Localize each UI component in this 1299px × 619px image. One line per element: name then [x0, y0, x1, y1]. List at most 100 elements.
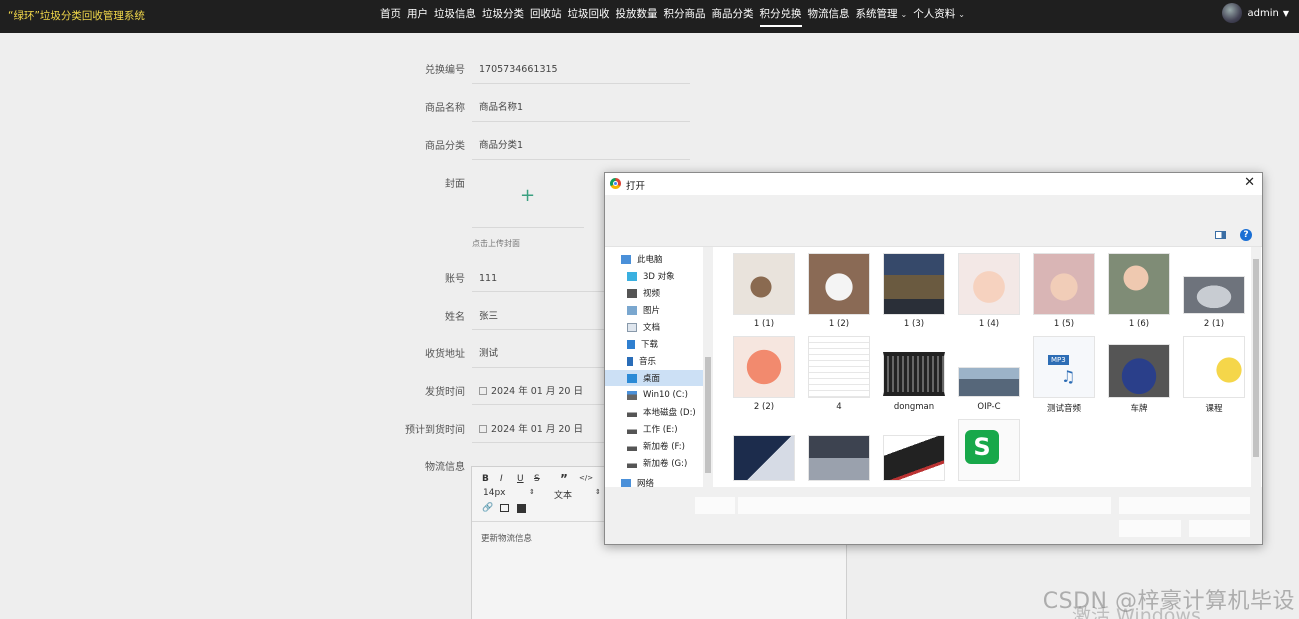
italic-button[interactable]: I [500, 474, 503, 484]
file-item[interactable]: 1 (6) [1104, 249, 1174, 331]
nav-item-garbage-category[interactable]: 垃圾分类 [482, 0, 524, 33]
underline-button[interactable]: U [517, 474, 524, 484]
drive-icon [627, 441, 637, 451]
dialog-title: 打开 [626, 181, 646, 192]
navigation-scrollbar[interactable] [703, 247, 713, 487]
divider [472, 121, 690, 122]
name-field[interactable]: 张三 [479, 310, 498, 324]
file-item[interactable]: OIP-C [954, 332, 1024, 414]
tree-item-desktop[interactable]: 桌面 [605, 370, 703, 386]
main-nav: 首页 用户 垃圾信息 垃圾分类 回收站 垃圾回收 投放数量 积分商品 商品分类 … [380, 0, 971, 33]
account-field[interactable]: 111 [479, 272, 497, 286]
file-item[interactable] [879, 415, 949, 487]
file-item[interactable]: 4 [804, 332, 874, 414]
file-thumbnail [958, 367, 1020, 397]
tree-item-drive-c[interactable]: Win10 (C:) [627, 387, 688, 403]
file-thumbnail [1183, 276, 1245, 314]
exchange-no-field[interactable]: 1705734661315 [479, 63, 558, 77]
user-menu[interactable]: admin ▼ [1221, 3, 1289, 23]
file-name: 1 (5) [1053, 319, 1075, 329]
ship-time-field[interactable]: 2024 年 01 月 20 日 [479, 385, 583, 399]
dialog-titlebar: 打开 ✕ [605, 173, 1262, 195]
tree-item-downloads[interactable]: 下载 [627, 336, 658, 352]
block-type-select[interactable]: 文本 [554, 488, 572, 501]
tree-item-drive-d[interactable]: 本地磁盘 (D:) [627, 404, 696, 420]
image-icon[interactable] [500, 504, 509, 512]
nav-item-drop-count[interactable]: 投放数量 [616, 0, 658, 33]
nav-item-product-category[interactable]: 商品分类 [712, 0, 754, 33]
file-item[interactable]: MP3 ♫ 测试音频 [1029, 332, 1099, 414]
tree-item-drive-f[interactable]: 新加卷 (F:) [627, 438, 685, 454]
nav-item-points-products[interactable]: 积分商品 [664, 0, 706, 33]
tree-item-videos[interactable]: 视频 [627, 285, 660, 301]
chevron-down-icon: ⌄ [900, 10, 908, 19]
drive-icon [627, 390, 637, 400]
close-icon[interactable]: ✕ [1244, 175, 1255, 190]
video-icon[interactable] [517, 504, 526, 513]
tree-item-drive-g[interactable]: 新加卷 (G:) [627, 455, 687, 471]
nav-item-recycle-station[interactable]: 回收站 [530, 0, 562, 33]
file-name: 2 (1) [1203, 319, 1225, 329]
nav-item-users[interactable]: 用户 [407, 0, 428, 33]
dialog-toolbar: ? [605, 223, 1262, 247]
cancel-button[interactable] [1189, 520, 1250, 537]
nav-item-logistics[interactable]: 物流信息 [808, 0, 850, 33]
mp3-badge: MP3 [1048, 355, 1069, 365]
file-item[interactable]: 2 (1) [1179, 249, 1249, 331]
scrollbar-thumb[interactable] [705, 357, 711, 473]
calendar-icon [479, 387, 487, 395]
tree-item-documents[interactable]: 文档 [627, 319, 660, 335]
file-item[interactable]: 1 (1) [729, 249, 799, 331]
desktop-folder-icon [627, 373, 637, 383]
file-item[interactable] [804, 415, 874, 487]
chevron-updown-icon: ⇕ [595, 488, 601, 496]
file-type-select[interactable] [1119, 497, 1250, 514]
filename-input[interactable] [738, 497, 1111, 514]
file-item[interactable]: 车牌 [1104, 332, 1174, 414]
nav-item-garbage-recycle[interactable]: 垃圾回收 [568, 0, 610, 33]
bold-button[interactable]: B [482, 474, 489, 484]
scrollbar-thumb[interactable] [1253, 259, 1259, 457]
file-item[interactable]: 1 (4) [954, 249, 1024, 331]
address-field[interactable]: 测试 [479, 347, 498, 361]
file-item[interactable] [729, 415, 799, 487]
help-icon[interactable]: ? [1240, 229, 1252, 241]
link-icon[interactable]: 🔗 [482, 503, 493, 513]
tree-item-music[interactable]: 音乐 [627, 353, 656, 369]
arrival-time-field[interactable]: 2024 年 01 月 20 日 [479, 423, 583, 437]
tree-item-this-pc[interactable]: 此电脑 [621, 251, 663, 267]
tree-item-3d-objects[interactable]: 3D 对象 [627, 268, 675, 284]
product-name-field[interactable]: 商品名称1 [479, 101, 523, 115]
cover-upload-hint: 点击上传封面 [472, 239, 520, 248]
file-item[interactable]: S [954, 415, 1024, 487]
nav-item-profile[interactable]: 个人资料 ⌄ [913, 0, 965, 33]
file-item[interactable]: 1 (2) [804, 249, 874, 331]
app-title: “绿环”垃圾分类回收管理系统 [8, 10, 145, 22]
code-button[interactable]: </> [579, 474, 593, 482]
nav-item-garbage-info[interactable]: 垃圾信息 [434, 0, 476, 33]
username: admin [1247, 7, 1279, 19]
quote-button[interactable]: ” [560, 472, 568, 486]
file-item[interactable]: dongman [879, 332, 949, 414]
file-item[interactable]: 课程 [1179, 332, 1249, 414]
open-button[interactable] [1119, 520, 1181, 537]
preview-pane-icon[interactable] [1215, 231, 1226, 239]
file-grid-scrollbar[interactable] [1251, 247, 1261, 487]
nav-item-home[interactable]: 首页 [380, 0, 401, 33]
file-item[interactable]: 2 (2) [729, 332, 799, 414]
divider [472, 291, 604, 292]
file-item[interactable]: 1 (5) [1029, 249, 1099, 331]
nav-item-system-management[interactable]: 系统管理 ⌄ [856, 0, 908, 33]
nav-item-points-exchange[interactable]: 积分兑换 [759, 0, 802, 33]
product-category-field[interactable]: 商品分类1 [479, 139, 523, 153]
strikethrough-button[interactable]: S [534, 474, 540, 484]
tree-item-drive-e[interactable]: 工作 (E:) [627, 421, 678, 437]
tree-item-label: 下载 [641, 340, 659, 350]
font-size-select[interactable]: 14px [483, 488, 506, 498]
tree-item-pictures[interactable]: 图片 [627, 302, 660, 318]
file-item[interactable]: 1 (3) [879, 249, 949, 331]
video-folder-icon [627, 288, 637, 298]
cover-upload[interactable]: + [472, 175, 584, 228]
drive-icon [627, 424, 637, 434]
3d-objects-icon [627, 271, 637, 281]
